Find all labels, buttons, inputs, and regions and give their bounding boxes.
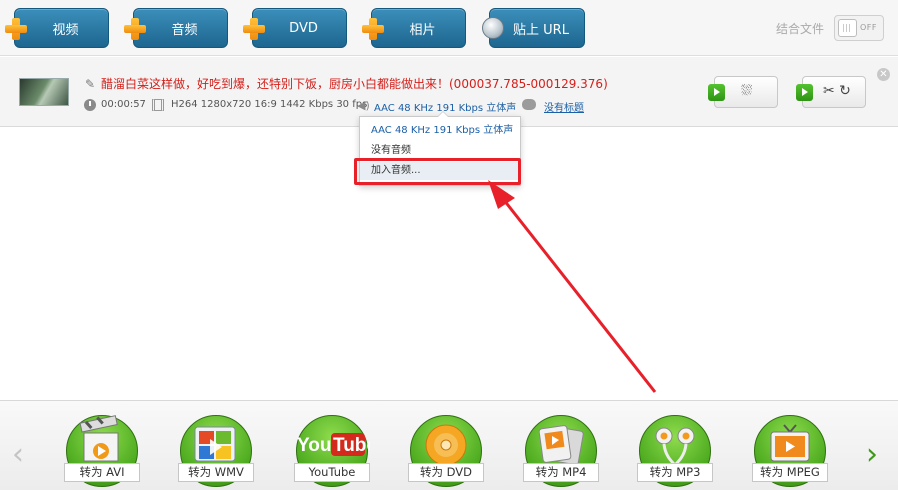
chevron-right-icon[interactable]: › xyxy=(866,437,878,472)
tv-icon xyxy=(770,424,810,462)
convert-mpeg-button[interactable]: 转为 MPEG xyxy=(752,415,828,487)
chevron-left-icon[interactable]: ‹ xyxy=(12,437,24,472)
format-label: 转为 MP4 xyxy=(523,463,599,482)
youtube-icon: You Tube xyxy=(297,433,370,456)
format-label: 转为 DVD xyxy=(408,463,484,482)
format-label: 转为 MP3 xyxy=(637,463,713,482)
convert-avi-button[interactable]: 转为 AVI xyxy=(64,415,140,487)
earphones-icon xyxy=(655,427,695,467)
format-label: 转为 MPEG xyxy=(752,463,828,482)
convert-mp4-button[interactable]: 转为 MP4 xyxy=(523,415,599,487)
clapperboard-icon xyxy=(79,415,119,462)
disc-icon xyxy=(425,424,467,466)
format-bar: ‹ 转为 AVI 转为 WMV You Tub YouTube 转为 DVD 转… xyxy=(0,400,898,490)
format-label: 转为 WMV xyxy=(178,463,254,482)
youtube-logo-you: You xyxy=(297,435,331,456)
windows-media-icon xyxy=(194,426,236,462)
convert-youtube-button[interactable]: You Tube YouTube xyxy=(294,415,370,487)
convert-wmv-button[interactable]: 转为 WMV xyxy=(178,415,254,487)
convert-mp3-button[interactable]: 转为 MP3 xyxy=(637,415,713,487)
youtube-logo-tube: Tube xyxy=(333,435,370,456)
mp4-player-icon xyxy=(538,425,584,466)
format-label: YouTube xyxy=(294,463,370,482)
format-label: 转为 AVI xyxy=(64,463,140,482)
convert-dvd-button[interactable]: 转为 DVD xyxy=(408,415,484,487)
